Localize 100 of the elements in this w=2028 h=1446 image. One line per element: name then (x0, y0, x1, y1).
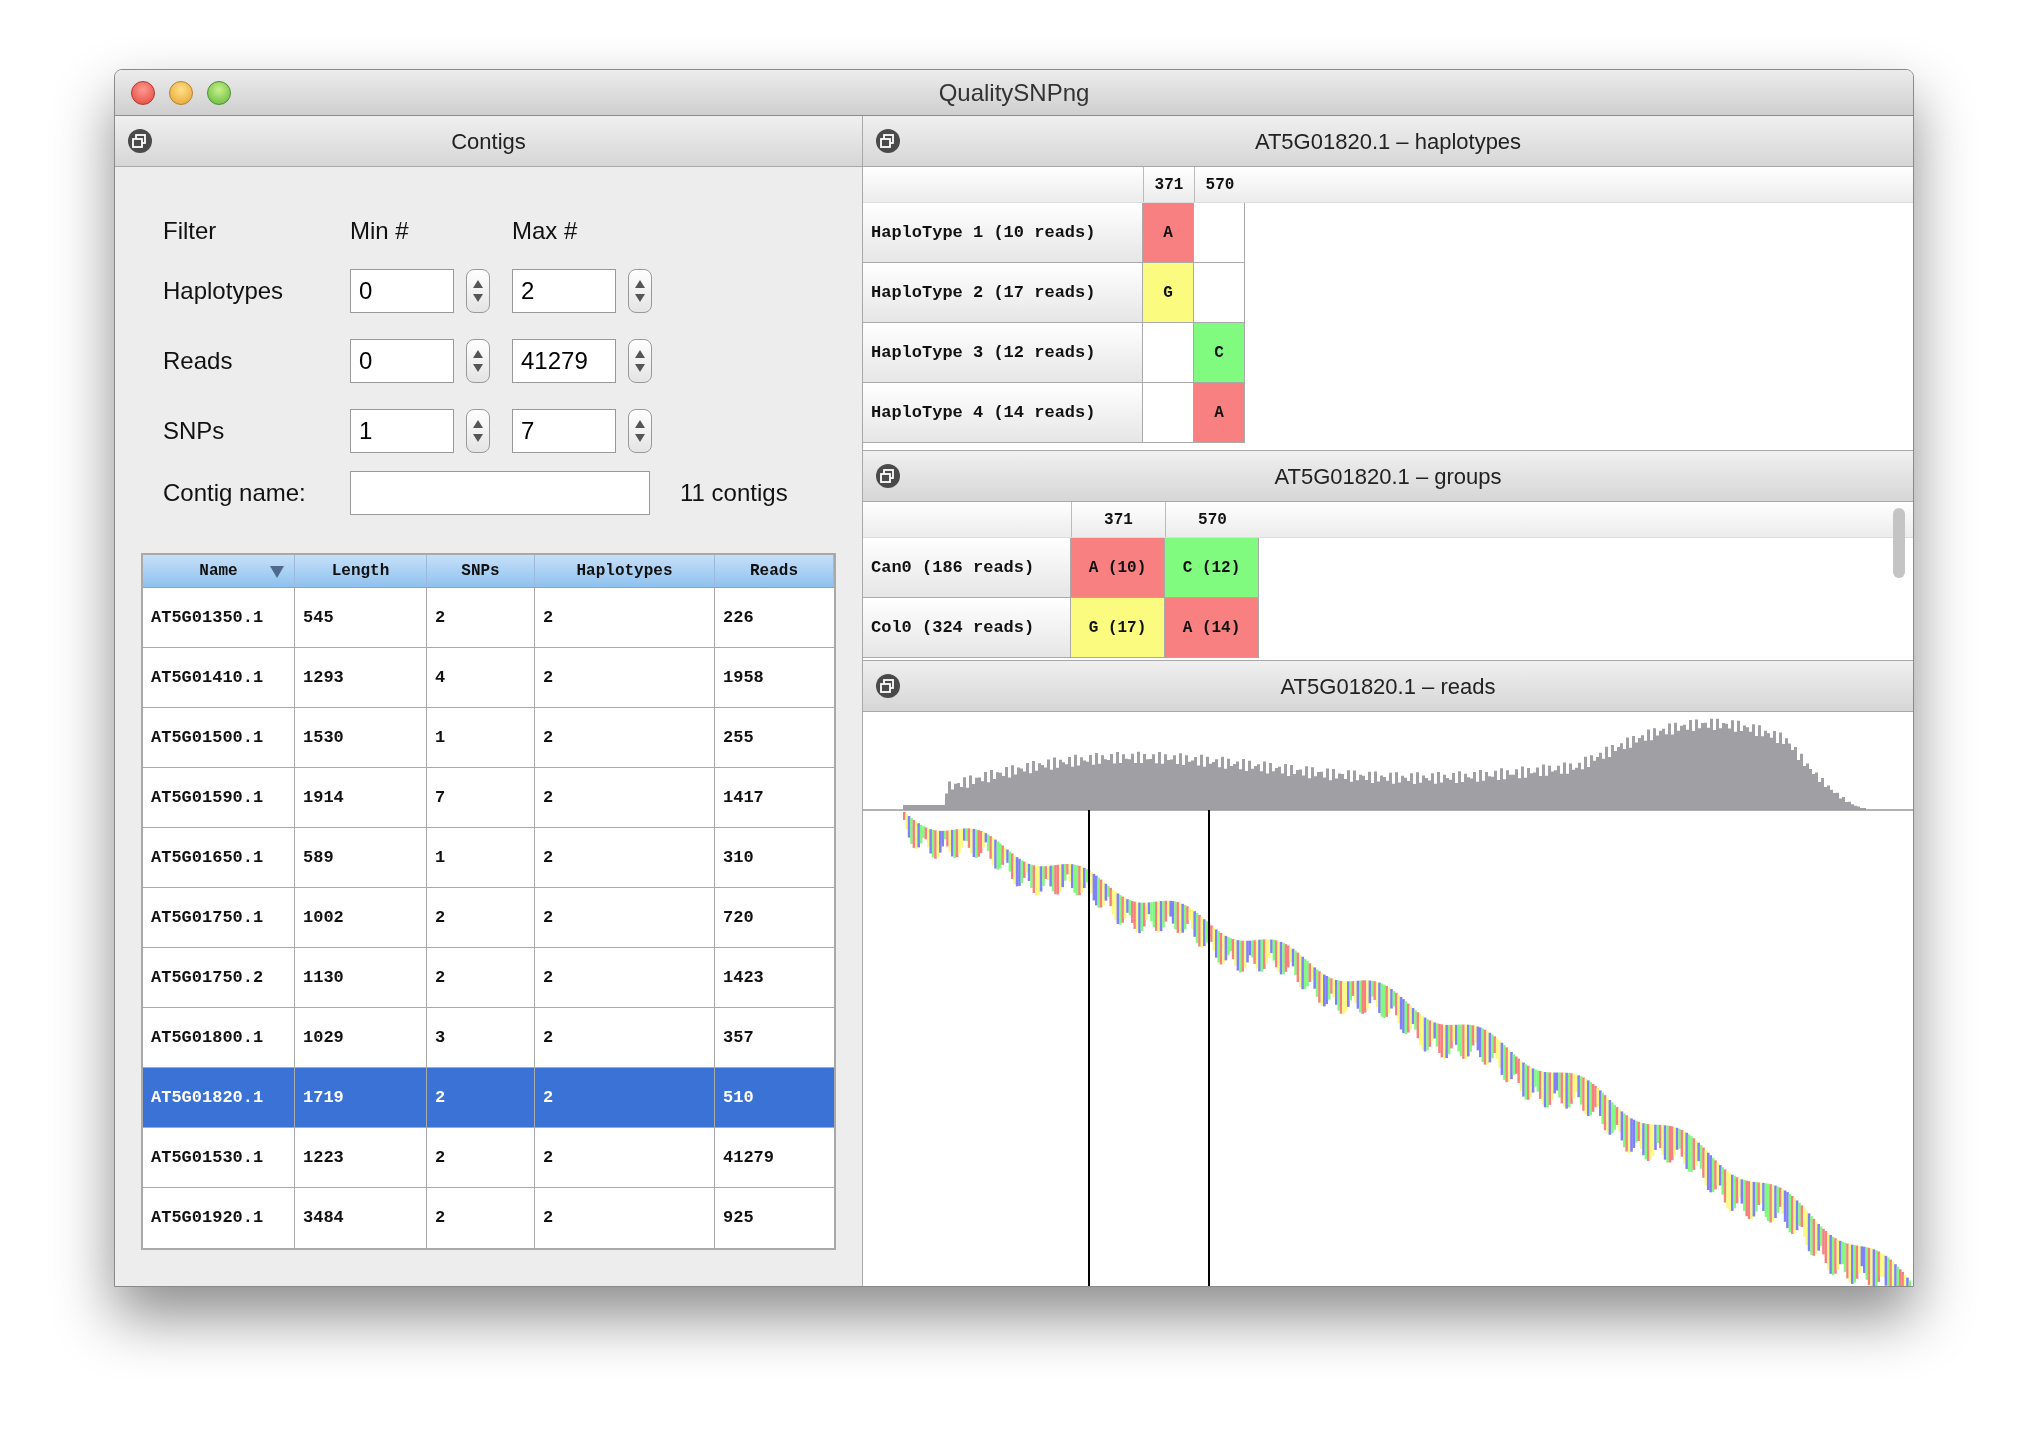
table-cell: 1029 (295, 1008, 427, 1067)
number-field[interactable]: 1 (350, 409, 454, 453)
allele-cell: A (1143, 203, 1194, 262)
up-arrow-icon (473, 280, 483, 288)
table-cell: 2 (535, 1008, 715, 1067)
allele-cell: G (17) (1071, 598, 1165, 657)
down-arrow-icon (473, 294, 483, 302)
table-cell: 2 (427, 948, 535, 1007)
stepper[interactable] (628, 409, 652, 453)
filter-header: Max # (512, 216, 578, 246)
position-header: 570 (1165, 502, 1259, 537)
allele-cell: A (14) (1165, 598, 1259, 657)
table-row[interactable]: AT5G01800.1 1029 3 2 357 (143, 1008, 834, 1068)
allele-cell: C (12) (1165, 538, 1259, 597)
table-cell: 2 (427, 1188, 535, 1248)
allele-cell: C (1194, 323, 1245, 382)
allele-cell: A (1194, 383, 1245, 442)
table-cell: 1719 (295, 1068, 427, 1127)
table-cell: AT5G01920.1 (143, 1188, 295, 1248)
table-cell: 4 (427, 648, 535, 707)
table-cell: 2 (535, 588, 715, 647)
row-header: HaploType 1 (10 reads) (863, 203, 1143, 262)
contig-name-field[interactable] (350, 471, 650, 515)
row-header: Can0 (186 reads) (863, 538, 1071, 597)
panel-title: AT5G01820.1 – haplotypes (1254, 127, 1522, 156)
table-row[interactable]: AT5G01590.1 1914 7 2 1417 (143, 768, 834, 828)
table-row[interactable]: AT5G01500.1 1530 1 2 255 (143, 708, 834, 768)
table-cell: AT5G01820.1 (143, 1068, 295, 1127)
stepper[interactable] (466, 339, 490, 383)
number-field[interactable]: 0 (350, 269, 454, 313)
table-cell: 2 (427, 588, 535, 647)
table-cell: 589 (295, 828, 427, 887)
number-field[interactable]: 41279 (512, 339, 616, 383)
table-cell: AT5G01650.1 (143, 828, 295, 887)
column-header[interactable]: Name (143, 555, 295, 587)
stepper[interactable] (466, 269, 490, 313)
table-cell: AT5G01750.1 (143, 888, 295, 947)
table-row[interactable]: AT5G01820.1 1719 2 2 510 (143, 1068, 834, 1128)
column-header[interactable]: Reads (715, 555, 834, 587)
row-header: Col0 (324 reads) (863, 598, 1071, 657)
table-cell: 3 (427, 1008, 535, 1067)
table-row[interactable]: AT5G01410.1 1293 4 2 1958 (143, 648, 834, 708)
table-cell: 2 (427, 1128, 535, 1187)
zoom-button[interactable] (207, 80, 231, 105)
number-field[interactable]: 7 (512, 409, 616, 453)
table-cell: 1223 (295, 1128, 427, 1187)
table-cell: 1530 (295, 708, 427, 767)
table-row[interactable]: AT5G01530.1 1223 2 2 41279 (143, 1128, 834, 1188)
table-cell: AT5G01530.1 (143, 1128, 295, 1187)
table-row[interactable]: AT5G01350.1 545 2 2 226 (143, 588, 834, 648)
column-header[interactable]: Length (295, 555, 427, 587)
table-cell: 1130 (295, 948, 427, 1007)
panel-title: Contigs (451, 127, 526, 156)
table-cell: 2 (427, 1068, 535, 1127)
table-cell-text: 41279 (722, 1146, 775, 1169)
row-header: HaploType 4 (14 reads) (863, 383, 1143, 442)
scrollbar-thumb[interactable] (1893, 508, 1905, 578)
filter-label: Contig name: (163, 478, 307, 508)
column-header[interactable]: Haplotypes (535, 555, 715, 587)
restore-icon[interactable] (875, 128, 901, 154)
table-cell: 2 (535, 768, 715, 827)
table-cell: AT5G01410.1 (143, 648, 295, 707)
position-header: 371 (1071, 502, 1165, 537)
column-header[interactable]: SNPs (427, 555, 535, 587)
stepper[interactable] (628, 269, 652, 313)
table-cell: 2 (535, 948, 715, 1007)
panel-title: AT5G01820.1 – groups (1274, 462, 1502, 491)
table-row[interactable]: AT5G01750.2 1130 2 2 1423 (143, 948, 834, 1008)
table-cell: 2 (535, 1068, 715, 1127)
table-cell-text: 1958 (722, 666, 765, 689)
table-cell: 1914 (295, 768, 427, 827)
close-button[interactable] (131, 80, 155, 105)
up-arrow-icon (635, 350, 645, 358)
table-cell-text: 357 (722, 1026, 755, 1049)
table-cell-text: 1423 (722, 966, 765, 989)
number-field[interactable]: 2 (512, 269, 616, 313)
number-field[interactable]: 0 (350, 339, 454, 383)
stepper[interactable] (628, 339, 652, 383)
stepper[interactable] (466, 409, 490, 453)
row-header: HaploType 2 (17 reads) (863, 263, 1143, 322)
filter-header: Min # (350, 216, 410, 246)
table-cell: 3484 (295, 1188, 427, 1248)
table-cell-text: 310 (722, 846, 755, 869)
table-cell-text: 1417 (722, 786, 765, 809)
down-arrow-icon (635, 294, 645, 302)
table-cell: AT5G01500.1 (143, 708, 295, 767)
down-arrow-icon (473, 364, 483, 372)
panel-title: AT5G01820.1 – reads (1280, 672, 1496, 701)
down-arrow-icon (473, 434, 483, 442)
restore-icon[interactable] (875, 463, 901, 489)
table-cell: AT5G01350.1 (143, 588, 295, 647)
restore-icon[interactable] (127, 128, 153, 154)
up-arrow-icon (473, 350, 483, 358)
table-row[interactable]: AT5G01650.1 589 1 2 310 (143, 828, 834, 888)
table-cell-text: 510 (722, 1086, 755, 1109)
table-cell: 2 (535, 1128, 715, 1187)
contig-count: 11 contigs (680, 478, 788, 508)
table-row[interactable]: AT5G01750.1 1002 2 2 720 (143, 888, 834, 948)
filter-label: Reads (163, 346, 234, 376)
restore-icon[interactable] (875, 673, 901, 699)
